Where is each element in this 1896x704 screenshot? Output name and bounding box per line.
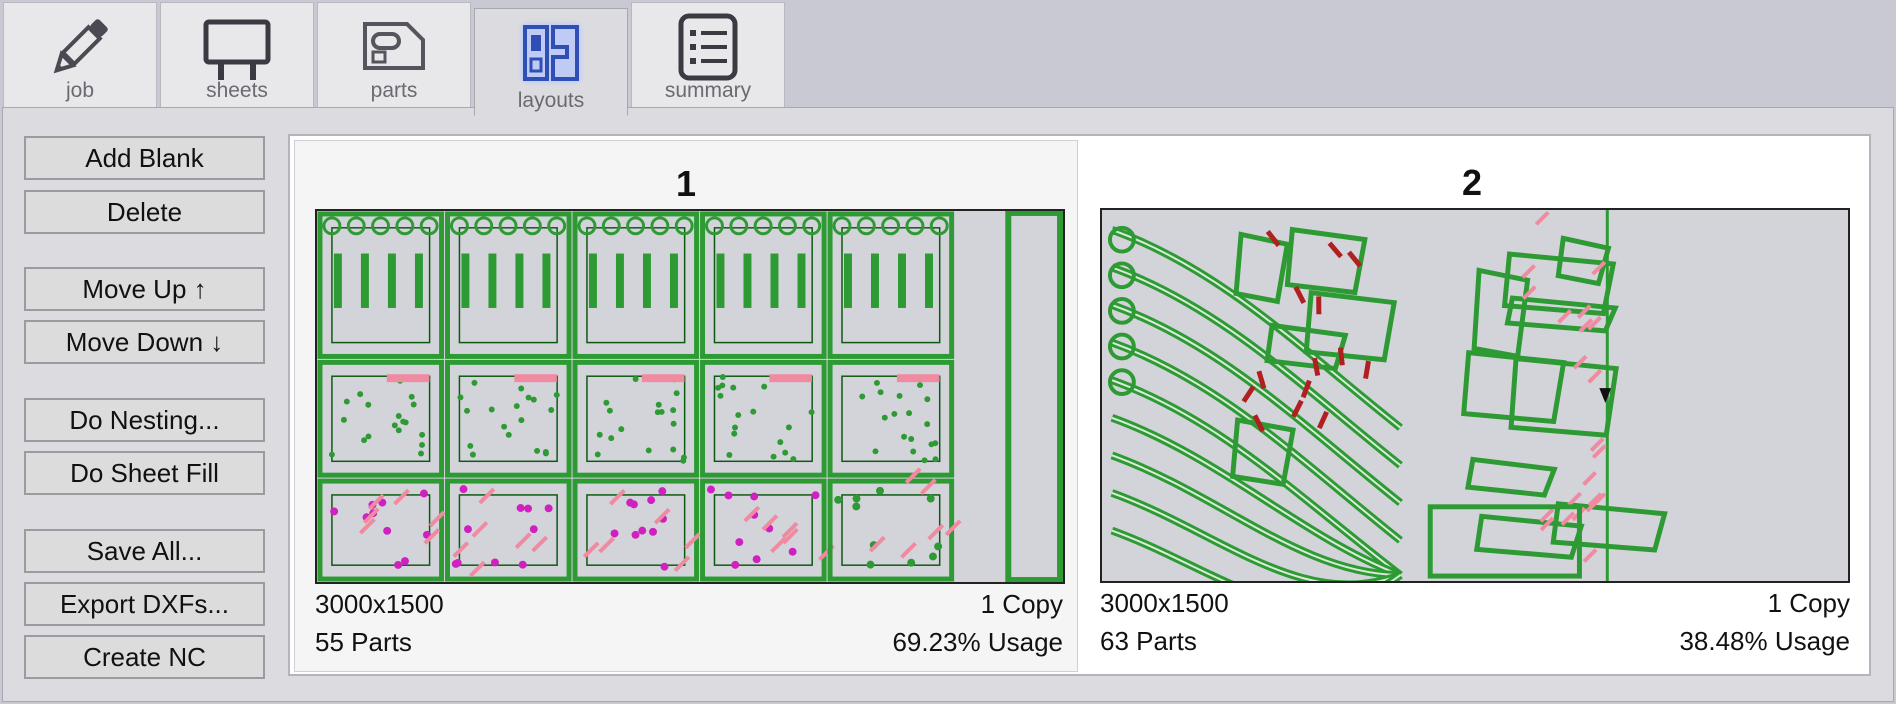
tab-sheets-label: sheets — [206, 79, 268, 102]
export-dxfs-button[interactable]: Export DXFs... — [24, 582, 265, 626]
layout-card-1[interactable]: 1 3000x1500 1 Copy 55 Parts 69.23% Usage — [294, 140, 1078, 672]
tab-job[interactable]: job — [3, 2, 157, 108]
move-up-button[interactable]: Move Up ↑ — [24, 267, 265, 311]
nest-preview-1 — [317, 211, 1063, 582]
move-down-button[interactable]: Move Down ↓ — [24, 320, 265, 364]
sheet-size: 3000x1500 — [315, 589, 444, 619]
tab-layouts[interactable]: layouts — [474, 8, 628, 116]
tab-summary-label: summary — [664, 79, 752, 102]
layouts-panel: Add Blank Delete Move Up ↑ Move Down ↓ D… — [2, 107, 1894, 702]
copy-count: 1 Copy — [1767, 588, 1850, 618]
part-icon — [358, 11, 430, 83]
layout-preview-1[interactable] — [315, 209, 1065, 584]
pencil-icon — [44, 11, 116, 83]
tab-summary[interactable]: summary — [631, 2, 785, 108]
layout-number: 2 — [1461, 162, 1483, 203]
layout-number: 1 — [675, 163, 697, 204]
save-all-button[interactable]: Save All... — [24, 529, 265, 573]
tab-sheets[interactable]: sheets — [160, 2, 314, 108]
tab-parts[interactable]: parts — [317, 2, 471, 108]
sheet-icon — [201, 11, 273, 83]
copy-count: 1 Copy — [980, 589, 1063, 619]
usage-percent: 69.23% Usage — [892, 627, 1063, 657]
create-nc-button[interactable]: Create NC — [24, 635, 265, 679]
usage-percent: 38.48% Usage — [1679, 626, 1850, 656]
tab-bar: job sheets parts layouts summary — [0, 0, 1896, 116]
tab-parts-label: parts — [370, 79, 418, 102]
list-icon — [672, 11, 744, 83]
nest-preview-2 — [1107, 210, 1668, 581]
sheet-size: 3000x1500 — [1100, 588, 1229, 618]
add-blank-button[interactable]: Add Blank — [24, 136, 265, 180]
delete-button[interactable]: Delete — [24, 190, 265, 234]
part-count: 55 Parts — [315, 627, 412, 657]
part-count: 63 Parts — [1100, 626, 1197, 656]
tab-job-label: job — [65, 79, 95, 102]
tab-layouts-label: layouts — [517, 89, 585, 112]
layout-card-2[interactable]: 2 3000x1500 1 Copy 63 Parts 38.48% Usage — [1080, 140, 1864, 672]
layouts-list: 1 3000x1500 1 Copy 55 Parts 69.23% Usage… — [288, 134, 1871, 676]
do-sheet-fill-button[interactable]: Do Sheet Fill — [24, 451, 265, 495]
do-nesting-button[interactable]: Do Nesting... — [24, 398, 265, 442]
layouts-icon — [515, 17, 587, 89]
layout-preview-2[interactable] — [1100, 208, 1850, 583]
